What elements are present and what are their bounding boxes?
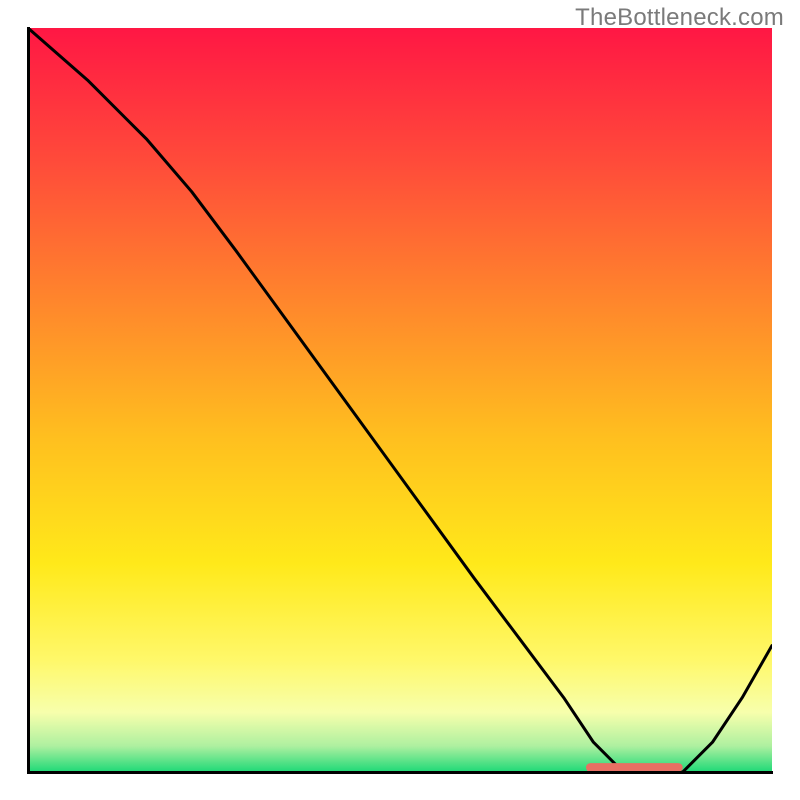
x-axis: [27, 771, 773, 774]
chart-frame: TheBottleneck.com: [0, 0, 800, 800]
watermark-label: TheBottleneck.com: [575, 4, 784, 32]
y-axis: [27, 27, 30, 773]
gradient-fill: [28, 28, 772, 772]
plot-area: [28, 28, 772, 772]
plot-svg: [28, 28, 772, 772]
